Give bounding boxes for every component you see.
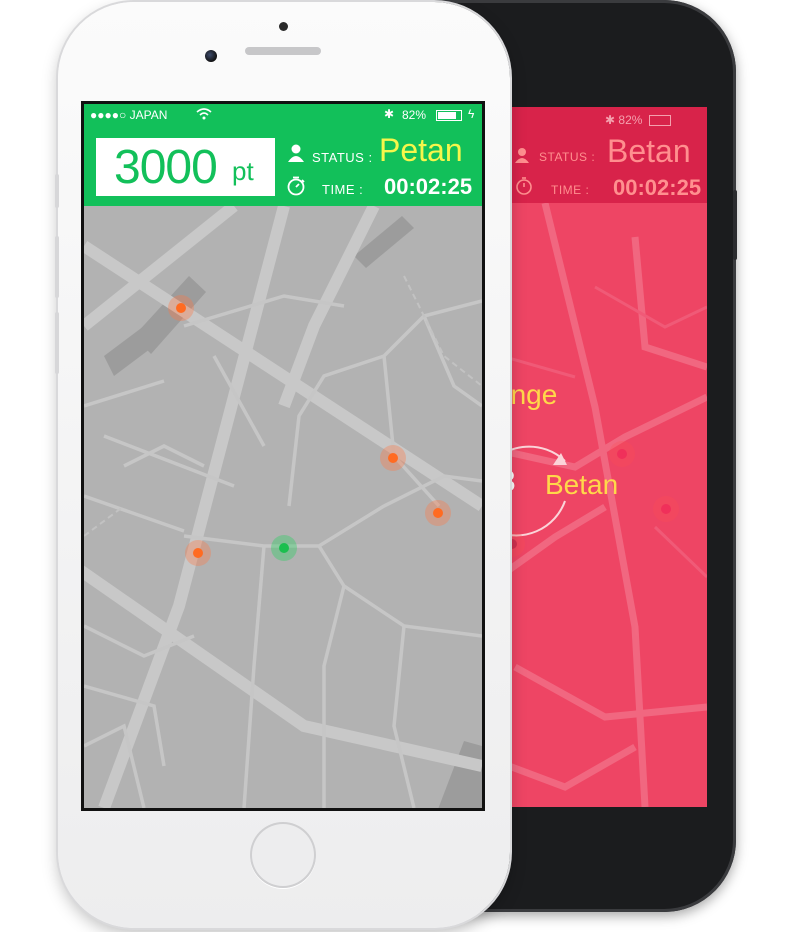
back-status-value: Betan <box>607 133 691 169</box>
bluetooth-icon: ✱ <box>605 113 616 127</box>
mute-switch[interactable] <box>55 174 59 208</box>
orange-marker[interactable] <box>168 295 194 321</box>
player-marker[interactable] <box>271 535 297 561</box>
back-time-label: TIME : <box>551 183 590 197</box>
bluetooth-icon: ✱ <box>384 107 395 121</box>
back-time-value: 00:02:25 <box>613 175 702 200</box>
charging-icon: ϟ <box>468 107 475 121</box>
user-icon <box>515 147 529 168</box>
score-unit: pt <box>232 156 254 186</box>
orange-marker[interactable] <box>380 445 406 471</box>
back-status-bar: ✱ 82% <box>605 113 671 127</box>
earpiece-speaker <box>245 47 321 55</box>
time-value: 00:02:25 <box>384 174 473 199</box>
battery-icon <box>648 115 671 127</box>
faded-marker <box>609 441 635 467</box>
wifi-icon <box>196 108 212 123</box>
home-button[interactable] <box>250 822 316 888</box>
battery-percent: 82% <box>402 108 427 122</box>
battery-percent: 82% <box>618 113 643 127</box>
front-phone-screen: ●●●●○ JAPAN ✱ 82% ϟ 3000 pt STATUS : Pet… <box>81 101 485 811</box>
volume-down-button[interactable] <box>55 312 59 374</box>
front-camera <box>205 50 217 62</box>
carrier-label: ●●●●○ JAPAN <box>90 108 168 122</box>
proximity-sensor <box>279 22 288 31</box>
status-bar: ●●●●○ JAPAN ✱ 82% ϟ <box>84 104 482 126</box>
map-roads <box>84 201 482 808</box>
back-status-label: STATUS : <box>539 150 596 164</box>
status-value: Petan <box>379 132 463 168</box>
app-screen: ●●●●○ JAPAN ✱ 82% ϟ 3000 pt STATUS : Pet… <box>84 104 482 808</box>
stopwatch-icon <box>515 177 533 200</box>
orange-marker[interactable] <box>185 540 211 566</box>
score-value: 3000 <box>114 141 218 194</box>
status-label: STATUS : <box>312 150 373 165</box>
faded-marker <box>653 496 679 522</box>
time-label: TIME : <box>322 182 364 197</box>
stopwatch-icon <box>286 176 306 201</box>
map-view[interactable] <box>84 201 482 808</box>
user-icon <box>288 144 304 167</box>
back-phone-side-button <box>733 190 737 260</box>
app-header: ●●●●○ JAPAN ✱ 82% ϟ 3000 pt STATUS : Pet… <box>84 104 482 206</box>
volume-up-button[interactable] <box>55 236 59 298</box>
battery-icon <box>436 110 462 121</box>
back-header: ✱ 82% STATUS : Betan TIME : 00:02:25 <box>485 107 707 203</box>
overlay-next-status: Betan <box>545 469 619 500</box>
score-box: 3000 pt <box>96 138 275 196</box>
orange-marker[interactable] <box>425 500 451 526</box>
back-phone-screen: ✱ 82% STATUS : Betan TIME : 00:02:25 ang… <box>485 107 707 807</box>
